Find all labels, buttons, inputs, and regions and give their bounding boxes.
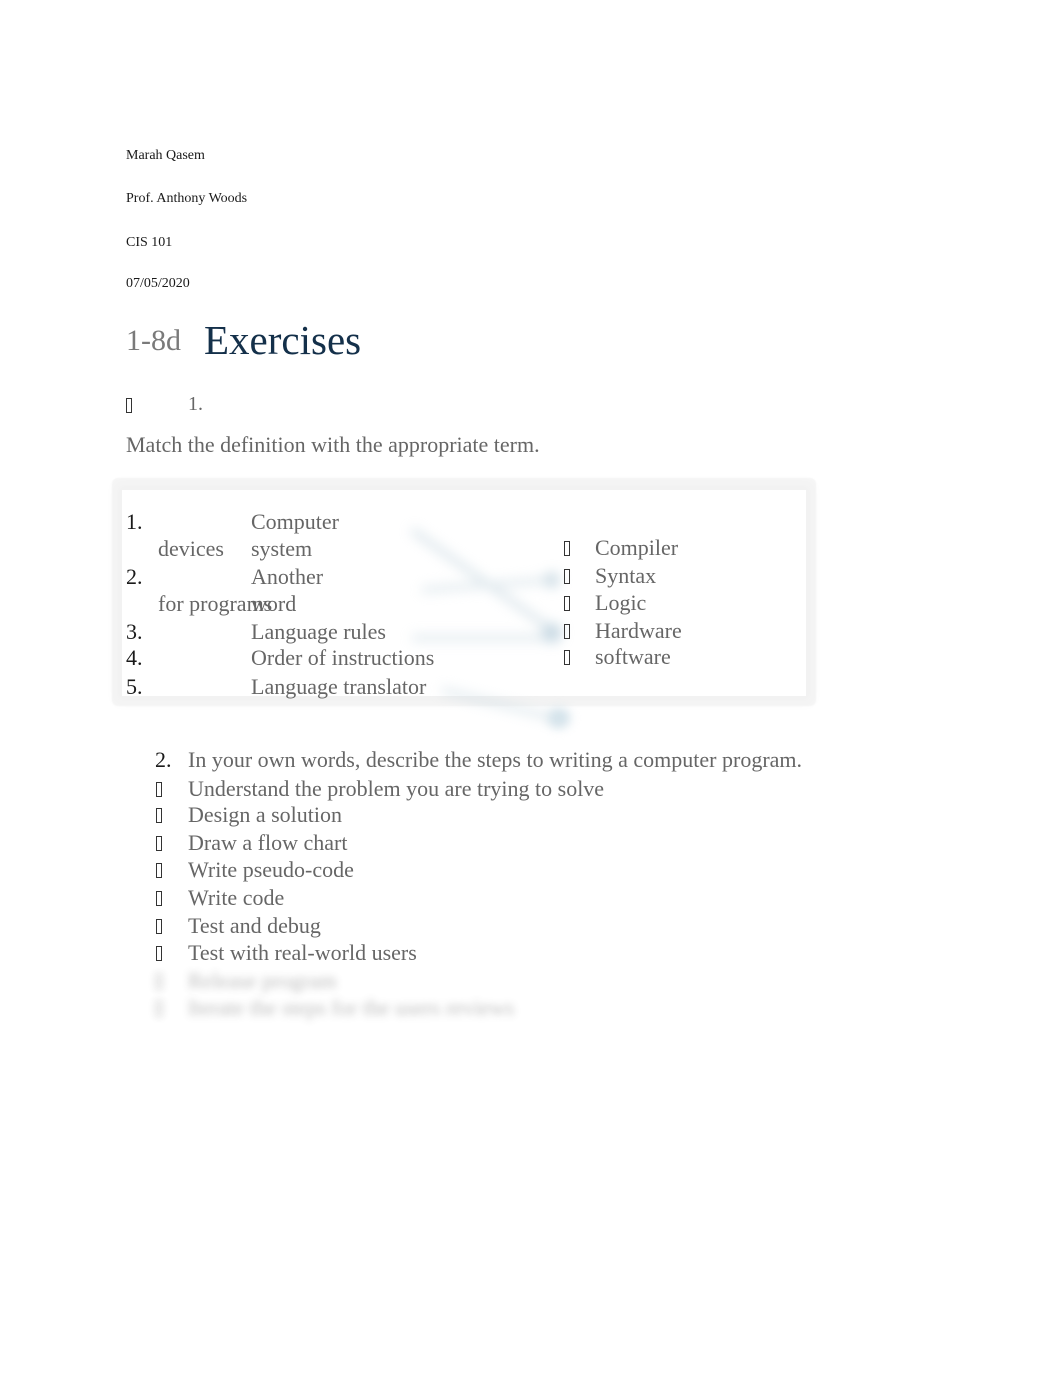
document-date: 07/05/2020 (126, 276, 190, 291)
definition-text-continued: for programs (158, 591, 273, 616)
step-label: Draw a flow chart (188, 830, 348, 855)
term-label: Logic (595, 590, 647, 615)
professor-name: Prof. Anthony Woods (126, 191, 248, 206)
missing-glyph-icon (564, 624, 570, 639)
step-label: Iterate the steps for the users reviews (188, 995, 515, 1020)
missing-glyph-icon (156, 808, 162, 823)
definition-text-continued: devices (158, 536, 224, 561)
connector-lines (410, 527, 563, 723)
missing-glyph-icon (156, 919, 162, 934)
missing-glyph-icon (126, 398, 132, 418)
missing-glyph-icon (156, 782, 162, 797)
step-label: Understand the problem you are trying to… (188, 776, 605, 801)
step-label: Test and debug (188, 913, 321, 938)
definition-text: Language translator (251, 674, 427, 699)
term-label: Syntax (595, 563, 657, 588)
term-label: software (595, 644, 671, 669)
missing-glyph-icon (564, 541, 570, 556)
missing-glyph-icon (564, 650, 570, 665)
definition-number: 1. (126, 509, 143, 534)
section-title: Exercises (204, 317, 362, 363)
question-2-number: 2. (155, 747, 172, 772)
connector-line (441, 687, 563, 723)
student-name: Marah Qasem (126, 148, 205, 163)
connector-node (542, 623, 562, 643)
missing-glyph-icon (156, 946, 162, 961)
step-label: Release program (188, 968, 337, 993)
missing-glyph-icon (156, 863, 162, 878)
missing-glyph-icon (156, 836, 162, 851)
definition-number: 5. (126, 674, 143, 699)
course-code: CIS 101 (126, 235, 173, 250)
definition-number: 3. (126, 619, 143, 644)
definition-text: Language rules (251, 619, 386, 644)
question-1-number: 1. (188, 393, 203, 415)
missing-glyph-icon (156, 891, 162, 906)
connector-node-fragment (548, 708, 570, 728)
definition-text: Order of instructions (251, 645, 435, 670)
term-label: Hardware (595, 618, 682, 643)
definition-number: 4. (126, 645, 143, 670)
step-label: Design a solution (188, 802, 342, 827)
question-2-prompt: In your own words, describe the steps to… (188, 747, 803, 772)
step-label: Write code (188, 885, 285, 910)
definition-text: Computer system (251, 509, 339, 561)
definition-number: 2. (126, 564, 143, 589)
missing-glyph-icon (156, 974, 162, 989)
step-label: Test with real-world users (188, 940, 417, 965)
question-1-prompt: Match the definition with the appropriat… (126, 432, 540, 457)
missing-glyph-icon (564, 569, 570, 584)
missing-glyph-icon (564, 596, 570, 611)
connector-node (544, 572, 560, 588)
missing-glyph-icon (156, 1001, 162, 1016)
section-number: 1-8d (126, 324, 181, 357)
term-label: Compiler (595, 535, 679, 560)
step-label: Write pseudo-code (188, 857, 354, 882)
